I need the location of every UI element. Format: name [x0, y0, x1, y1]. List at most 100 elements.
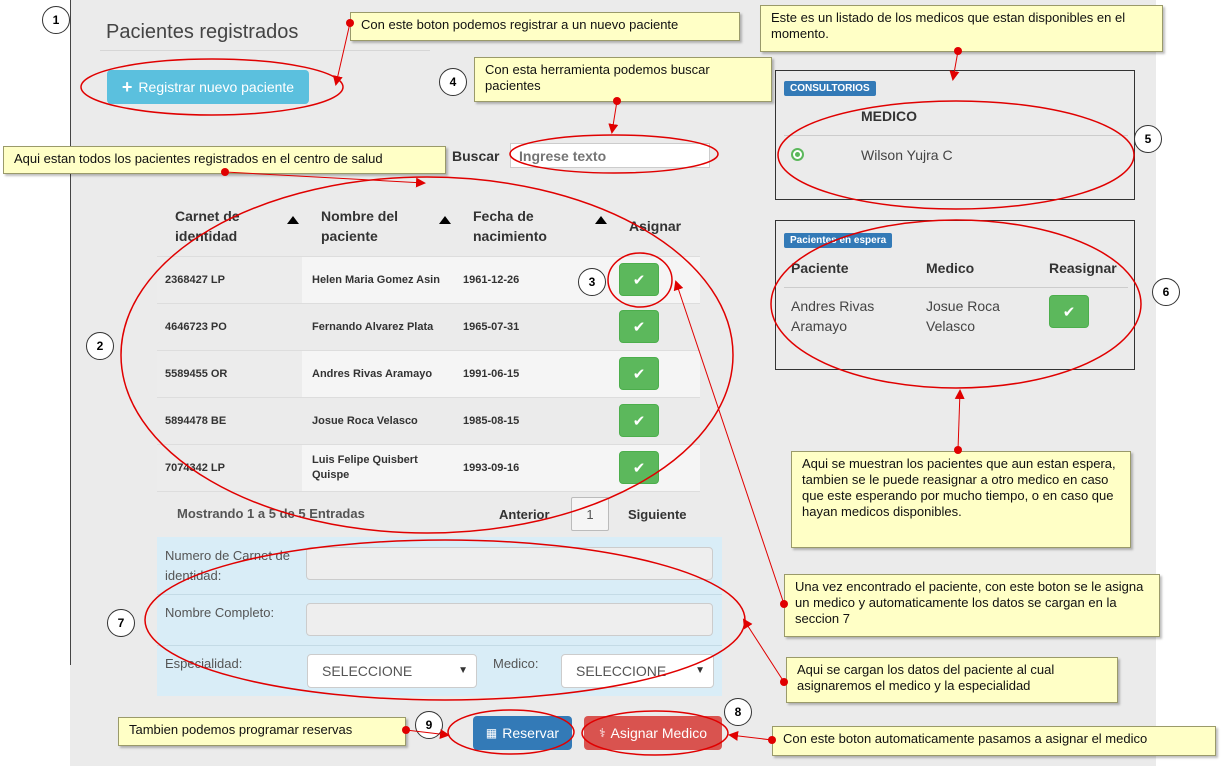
callout-8: 8	[724, 698, 752, 726]
cell-carnet: 5894478 BE	[165, 415, 227, 427]
reservar-button[interactable]: ▦ Reservar	[473, 716, 572, 750]
note-register: Con este boton podemos registrar a un nu…	[350, 12, 740, 41]
cell-fecha: 1991-06-15	[463, 368, 520, 380]
pager-prev-link[interactable]: Anterior	[499, 507, 550, 522]
cell-nombre: Fernando Alvarez Plata	[312, 321, 434, 333]
especialidad-value: SELECCIONE	[322, 663, 413, 679]
search-label: Buscar	[452, 148, 500, 164]
carnet-field[interactable]	[306, 547, 713, 580]
note-assign-doctor: Con este boton automaticamente pasamos a…	[772, 726, 1216, 756]
medico-label: Medico:	[493, 656, 539, 671]
espera-badge: Pacientes en espera	[784, 233, 893, 248]
note-search: Con esta herramienta podemos buscar paci…	[474, 57, 772, 102]
table-row: 5894478 BE Josue Roca Velasco 1985-08-15…	[157, 397, 700, 444]
medico-select[interactable]: SELECCIONE ▼	[561, 654, 714, 688]
assign-button[interactable]: ✔	[619, 357, 659, 390]
doctor-name: Wilson Yujra C	[861, 147, 953, 163]
note-reserve: Tambien podemos programar reservas	[118, 717, 406, 746]
table-bottom-rule	[157, 491, 700, 492]
cell-nombre: Andres Rivas Aramayo	[312, 368, 433, 380]
table-row: 4646723 PO Fernando Alvarez Plata 1965-0…	[157, 303, 700, 350]
stethoscope-icon: ⚕	[599, 726, 606, 740]
cell-nombre: Luis Felipe Quisbert Quispe	[312, 454, 418, 481]
asignar-label: Asignar Medico	[610, 725, 708, 741]
espera-divider	[784, 287, 1128, 288]
register-patient-button[interactable]: + Registrar nuevo paciente	[107, 70, 309, 104]
especialidad-label: Especialidad:	[165, 656, 243, 671]
check-icon: ✔	[1062, 303, 1076, 321]
cell-fecha: 1965-07-31	[463, 321, 520, 333]
assign-button[interactable]: ✔	[619, 310, 659, 343]
callout-4: 4	[439, 68, 467, 96]
table-row: 5589455 OR Andres Rivas Aramayo 1991-06-…	[157, 350, 700, 397]
callout-1: 1	[42, 6, 70, 34]
espera-header-paciente: Paciente	[791, 260, 849, 276]
check-icon: ✔	[632, 459, 646, 477]
table-row: 7074342 LP Luis Felipe Quisbert Quispe 1…	[157, 444, 700, 491]
note-doctors: Este es un listado de los medicos que es…	[760, 5, 1163, 52]
assign-button[interactable]: ✔	[619, 404, 659, 437]
cell-nombre: Helen Maria Gomez Asin	[312, 274, 440, 286]
cell-carnet: 2368427 LP	[157, 257, 302, 303]
note-waiting: Aqui se muestran los pacientes que aun e…	[791, 451, 1131, 548]
medico-header: MEDICO	[861, 108, 917, 124]
assign-button[interactable]: ✔	[619, 263, 659, 296]
espera-header-medico: Medico	[926, 260, 975, 276]
caret-down-icon: ▼	[458, 665, 468, 676]
status-dot-icon	[791, 148, 804, 161]
consultorios-badge: CONSULTORIOS	[784, 81, 876, 96]
search-input[interactable]	[510, 143, 710, 168]
check-icon: ✔	[632, 318, 646, 336]
nombre-field[interactable]	[306, 603, 713, 636]
plus-icon: +	[121, 77, 133, 97]
assign-button[interactable]: ✔	[619, 451, 659, 484]
sort-up-icon[interactable]	[287, 216, 299, 224]
reasignar-button[interactable]: ✔	[1049, 295, 1089, 328]
pager-info: Mostrando 1 a 5 de 5 Entradas	[177, 506, 365, 521]
callout-5: 5	[1134, 125, 1162, 153]
note-assign: Una vez encontrado el paciente, con este…	[784, 574, 1160, 637]
cell-fecha: 1961-12-26	[463, 274, 520, 286]
sort-up-icon[interactable]	[439, 216, 451, 224]
register-button-label: Registrar nuevo paciente	[138, 79, 295, 95]
check-icon: ✔	[632, 412, 646, 430]
espera-medico: Josue Roca Velasco	[926, 298, 1000, 334]
medico-value: SELECCIONE	[576, 663, 667, 679]
espera-panel: Pacientes en espera Paciente Medico Reas…	[775, 220, 1135, 370]
panel-border	[70, 0, 71, 665]
form-divider	[157, 594, 722, 595]
page-title: Pacientes registrados	[106, 21, 299, 43]
espera-paciente: Andres Rivas Aramayo	[791, 298, 875, 334]
especialidad-select[interactable]: SELECCIONE ▼	[307, 654, 477, 688]
table-row: 2368427 LP Helen Maria Gomez Asin 1961-1…	[157, 256, 700, 303]
nombre-label: Nombre Completo:	[165, 605, 275, 620]
pager-next-link[interactable]: Siguiente	[628, 507, 687, 522]
pager-page-button[interactable]: 1	[571, 497, 609, 531]
callout-3: 3	[578, 268, 606, 296]
consultorios-divider	[784, 135, 1128, 136]
asignar-medico-button[interactable]: ⚕ Asignar Medico	[584, 716, 722, 750]
espera-header-reasignar: Reasignar	[1049, 260, 1117, 276]
check-icon: ✔	[632, 365, 646, 383]
cell-carnet: 4646723 PO	[165, 321, 227, 333]
sort-up-icon[interactable]	[595, 216, 607, 224]
cell-fecha: 1993-09-16	[463, 462, 520, 474]
patient-form: Numero de Carnet de identidad: Nombre Co…	[157, 537, 722, 696]
header-nombre[interactable]: Nombre del paciente	[321, 206, 421, 246]
header-fecha[interactable]: Fecha de nacimiento	[473, 206, 573, 246]
title-divider	[100, 50, 430, 51]
callout-6: 6	[1152, 278, 1180, 306]
header-carnet[interactable]: Carnet de identidad	[175, 206, 265, 246]
caret-down-icon: ▼	[695, 665, 705, 676]
carnet-label: Numero de Carnet de identidad:	[165, 548, 291, 583]
consultorios-panel: CONSULTORIOS MEDICO Wilson Yujra C	[775, 70, 1135, 200]
note-all-patients: Aqui estan todos los pacientes registrad…	[3, 146, 446, 174]
form-divider	[157, 645, 722, 646]
callout-7: 7	[107, 609, 135, 637]
note-form: Aqui se cargan los datos del paciente al…	[786, 657, 1118, 703]
cell-fecha: 1985-08-15	[463, 415, 520, 427]
cell-carnet: 5589455 OR	[157, 351, 302, 397]
callout-9: 9	[415, 711, 443, 739]
cell-carnet: 7074342 LP	[157, 445, 302, 491]
check-icon: ✔	[632, 271, 646, 289]
